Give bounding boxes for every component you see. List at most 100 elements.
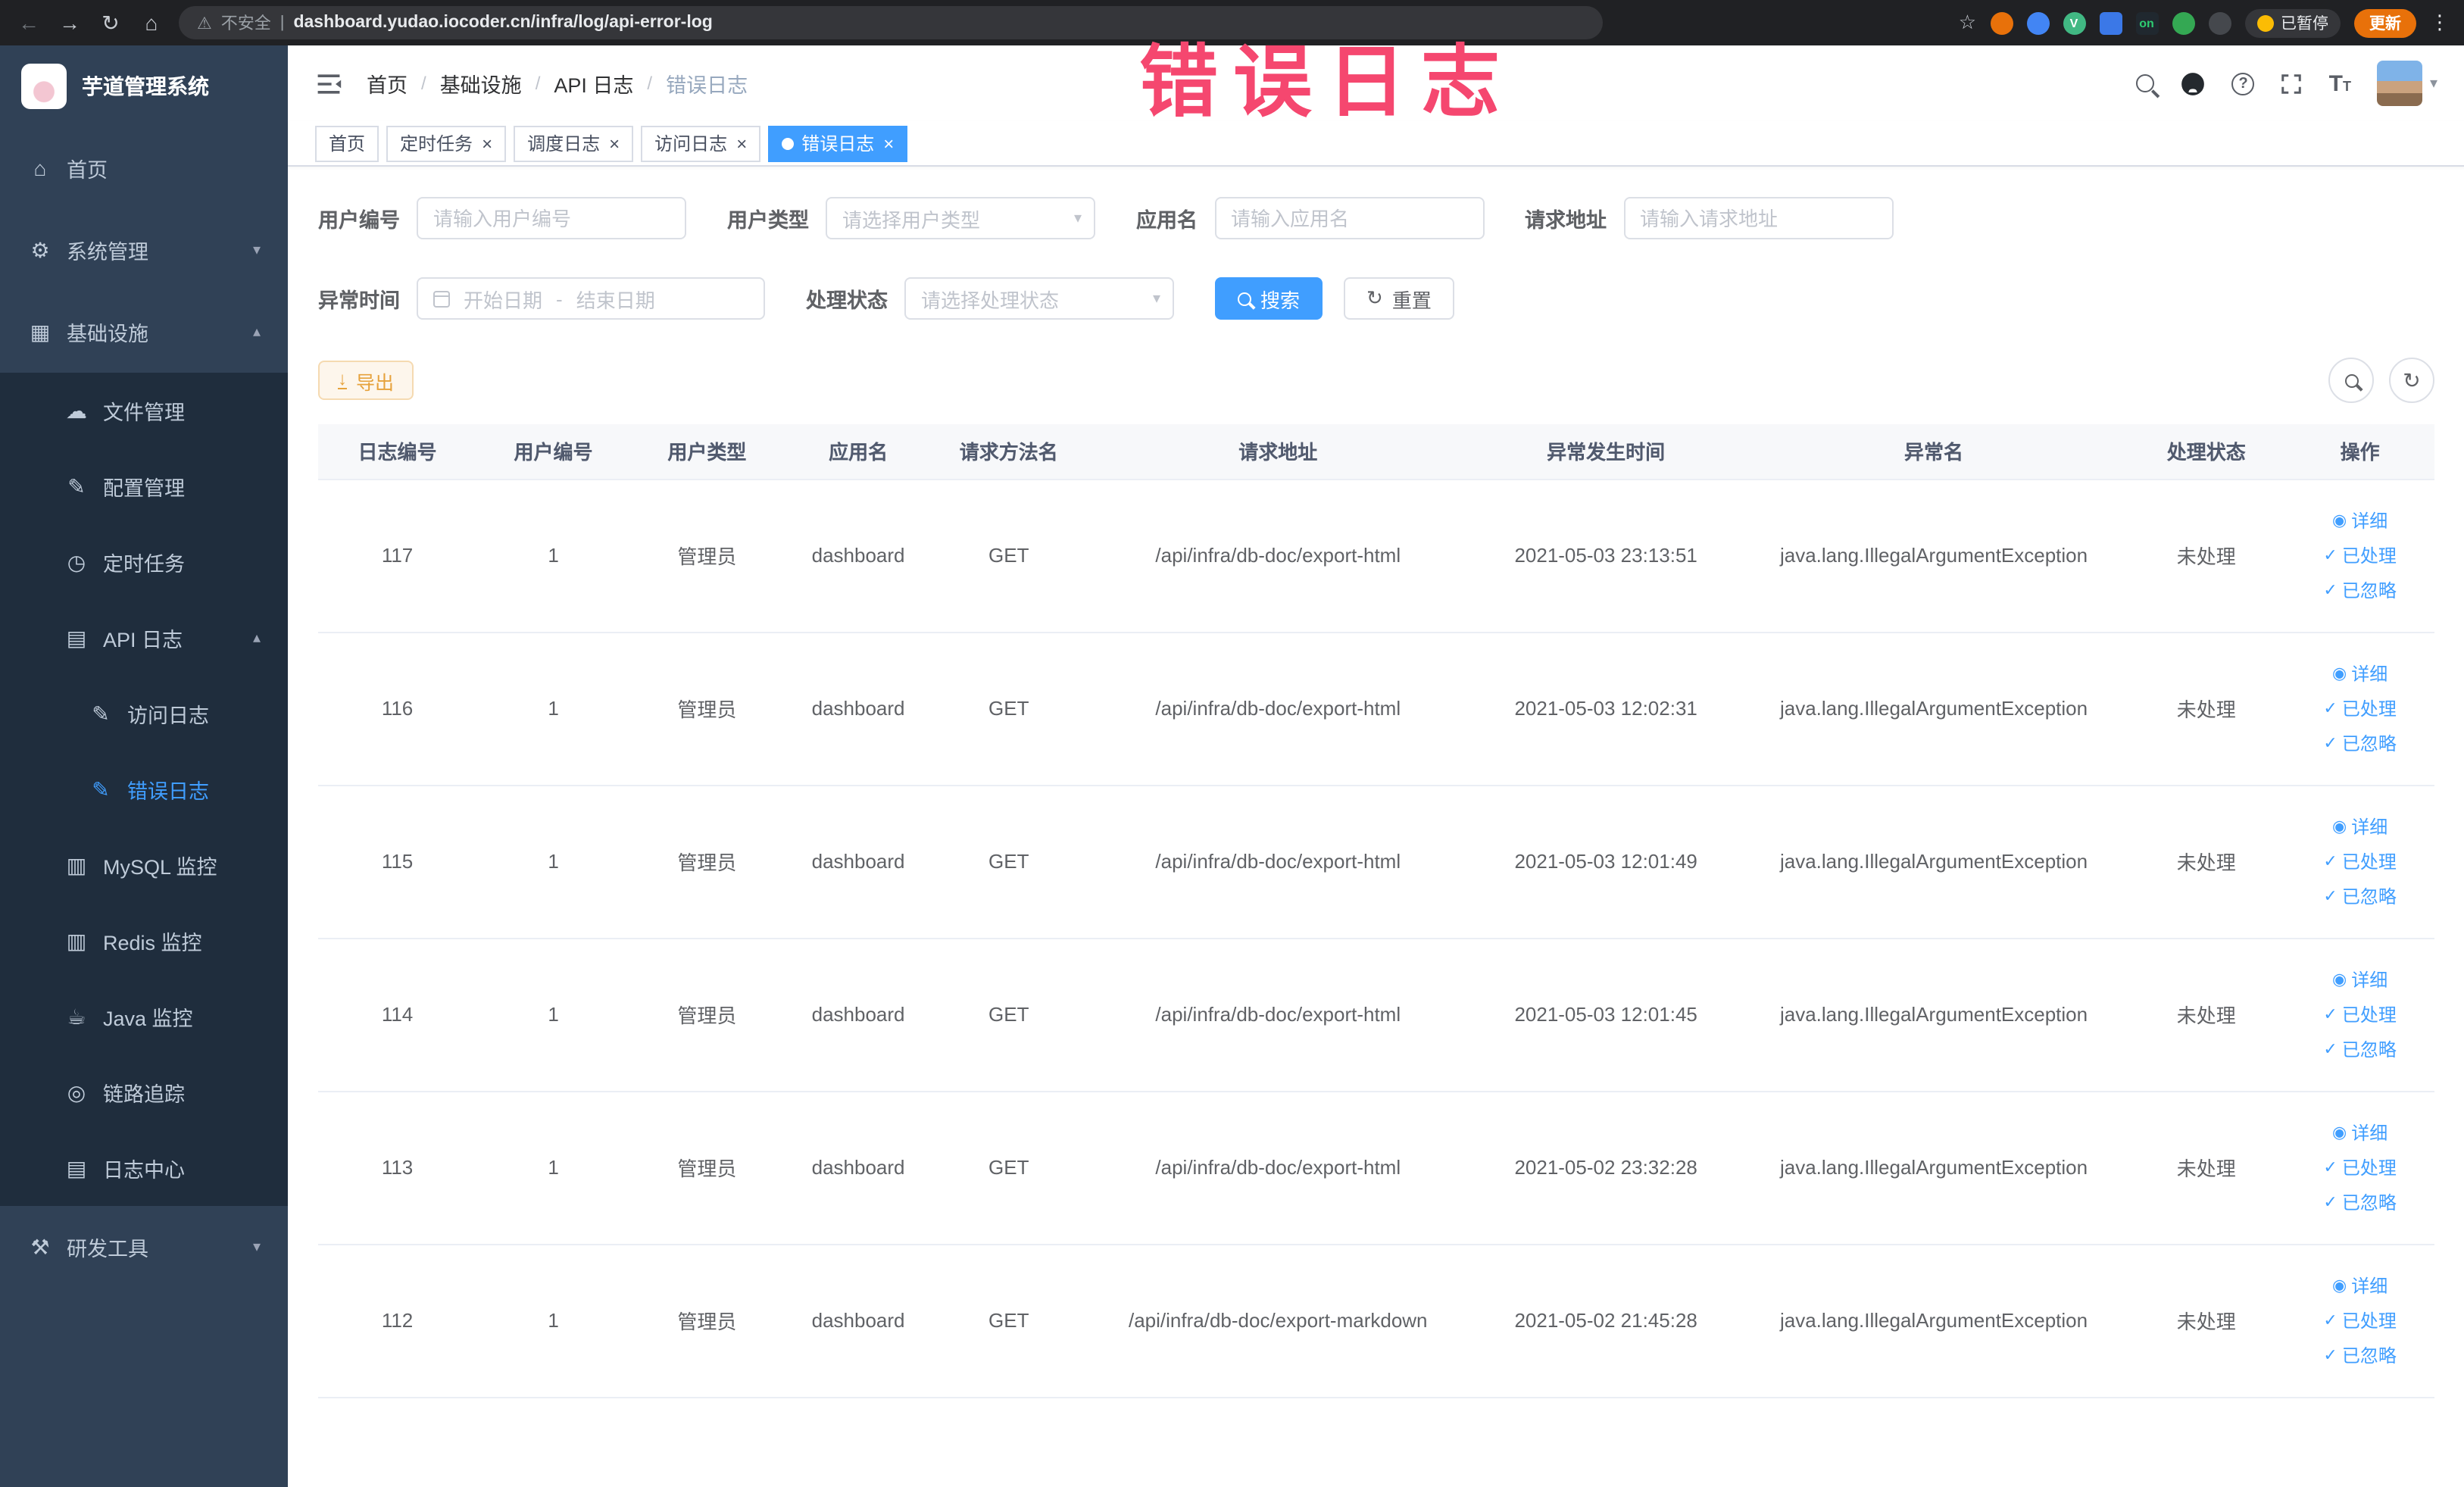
- process-status-select[interactable]: 请选择处理状态 ▾: [904, 277, 1174, 320]
- detail-link[interactable]: ◉ 详细: [2332, 508, 2387, 533]
- processed-link[interactable]: ✓ 已处理: [2323, 1154, 2396, 1180]
- sidebar-item-mysql-monitor[interactable]: ▥ MySQL 监控: [0, 827, 288, 903]
- sidebar-item-error-log[interactable]: ✎ 错误日志: [0, 751, 288, 827]
- user-id-input[interactable]: [417, 197, 686, 239]
- request-url-input[interactable]: [1623, 197, 1893, 239]
- tab-scheduled-tasks[interactable]: 定时任务 ×: [386, 125, 507, 161]
- sidebar-item-label: 错误日志: [127, 780, 209, 803]
- tab-label: 调度日志: [527, 133, 601, 155]
- ext-blue-drop-icon[interactable]: [2026, 11, 2049, 34]
- browser-menu-icon[interactable]: ⋮: [2430, 11, 2450, 35]
- browser-toolbar-right: ☆ V on 已暂停 更新 ⋮: [1959, 8, 2450, 37]
- col-exception-name: 异常名: [1740, 424, 2128, 480]
- date-range-picker[interactable]: 开始日期 - 结束日期: [417, 277, 765, 320]
- filter-user-id: 用户编号: [318, 197, 686, 239]
- tab-error-log[interactable]: 错误日志 ×: [768, 125, 908, 161]
- processed-link[interactable]: ✓ 已处理: [2323, 695, 2396, 721]
- ignore-link[interactable]: ✓ 已忽略: [2323, 1036, 2396, 1062]
- tab-access-log[interactable]: 访问日志 ×: [641, 125, 761, 161]
- close-icon[interactable]: ×: [609, 133, 620, 154]
- ext-dark-pin-icon[interactable]: [2208, 11, 2231, 34]
- sidebar-item-access-log[interactable]: ✎ 访问日志: [0, 676, 288, 751]
- sidebar-item-redis-monitor[interactable]: ▥ Redis 监控: [0, 903, 288, 979]
- tab-job-log[interactable]: 调度日志 ×: [514, 125, 634, 161]
- help-icon[interactable]: ?: [2231, 72, 2255, 95]
- fullscreen-icon[interactable]: [2281, 72, 2303, 95]
- processed-link[interactable]: ✓ 已处理: [2323, 1001, 2396, 1027]
- ext-green-plant-icon[interactable]: [2172, 11, 2194, 34]
- browser-forward-icon[interactable]: →: [56, 11, 83, 35]
- ext-vue-devtools-icon[interactable]: V: [2063, 11, 2085, 34]
- close-icon[interactable]: ×: [883, 133, 894, 154]
- col-log-id: 日志编号: [318, 424, 477, 480]
- close-icon[interactable]: ×: [736, 133, 747, 154]
- reset-button[interactable]: ↻ 重置: [1344, 277, 1454, 320]
- paused-badge[interactable]: 已暂停: [2244, 8, 2341, 37]
- url-divider: |: [280, 14, 285, 32]
- search-icon[interactable]: [2136, 74, 2155, 92]
- app-name-input[interactable]: [1214, 197, 1484, 239]
- breadcrumb-infrastructure[interactable]: 基础设施: [440, 68, 522, 98]
- sidebar-item-java-monitor[interactable]: ☕ Java 监控: [0, 979, 288, 1054]
- sidebar-collapse-icon[interactable]: [315, 72, 342, 95]
- eye-icon: ◉: [2332, 818, 2347, 836]
- sidebar-item-trace[interactable]: ◎ 链路追踪: [0, 1054, 288, 1130]
- ext-on-badge-icon[interactable]: on: [2135, 11, 2158, 34]
- detail-link[interactable]: ◉ 详细: [2332, 967, 2387, 992]
- tab-label: 访问日志: [654, 133, 728, 155]
- search-button[interactable]: 搜索: [1215, 277, 1323, 320]
- processed-link[interactable]: ✓ 已处理: [2323, 1307, 2396, 1333]
- sidebar-item-label: 首页: [67, 159, 108, 182]
- export-button-label: 导出: [356, 372, 395, 393]
- table-row: 112 1 管理员 dashboard GET /api/infra/db-do…: [318, 1244, 2434, 1398]
- processed-link[interactable]: ✓ 已处理: [2323, 848, 2396, 874]
- document-icon: ▤: [66, 1155, 87, 1179]
- col-request-url: 请求地址: [1085, 424, 1472, 480]
- close-icon[interactable]: ×: [482, 133, 492, 154]
- sidebar-item-scheduled-tasks[interactable]: ◷ 定时任务: [0, 524, 288, 600]
- ext-blue-grid-icon[interactable]: [2099, 11, 2122, 34]
- processed-link[interactable]: ✓ 已处理: [2323, 542, 2396, 568]
- check-icon: ✓: [2323, 888, 2338, 906]
- tab-home[interactable]: 首页: [315, 125, 379, 161]
- bookmark-star-icon[interactable]: ☆: [1959, 11, 1976, 35]
- table-row: 113 1 管理员 dashboard GET /api/infra/db-do…: [318, 1091, 2434, 1245]
- detail-link[interactable]: ◉ 详细: [2332, 1273, 2387, 1298]
- ext-orange-circle-icon[interactable]: [1990, 11, 2013, 34]
- sidebar-item-log-center[interactable]: ▤ 日志中心: [0, 1130, 288, 1206]
- hide-search-button[interactable]: [2328, 358, 2374, 403]
- sidebar-item-config-management[interactable]: ✎ 配置管理: [0, 448, 288, 524]
- browser-update-button[interactable]: 更新: [2354, 8, 2416, 37]
- refresh-button[interactable]: ↻: [2389, 358, 2434, 403]
- address-bar[interactable]: ⚠ 不安全 | dashboard.yudao.iocoder.cn/infra…: [179, 6, 1603, 39]
- sidebar-item-home[interactable]: ⌂ 首页: [0, 127, 288, 209]
- user-menu[interactable]: ▾: [2376, 61, 2437, 106]
- sidebar-item-infrastructure[interactable]: ▦ 基础设施 ▴: [0, 291, 288, 373]
- ignore-link[interactable]: ✓ 已忽略: [2323, 1189, 2396, 1215]
- detail-link[interactable]: ◉ 详细: [2332, 661, 2387, 686]
- sidebar-item-file-management[interactable]: ☁ 文件管理: [0, 373, 288, 448]
- detail-link[interactable]: ◉ 详细: [2332, 814, 2387, 839]
- detail-link[interactable]: ◉ 详细: [2332, 1120, 2387, 1145]
- sidebar-item-dev-tools[interactable]: ⚒ 研发工具 ▾: [0, 1206, 288, 1288]
- font-size-icon[interactable]: TT: [2329, 70, 2351, 96]
- ignore-link[interactable]: ✓ 已忽略: [2323, 730, 2396, 756]
- ignore-link[interactable]: ✓ 已忽略: [2323, 577, 2396, 603]
- sidebar-item-system-management[interactable]: ⚙ 系统管理 ▾: [0, 209, 288, 291]
- sidebar-item-api-logs[interactable]: ▤ API 日志 ▴: [0, 600, 288, 676]
- ignore-link[interactable]: ✓ 已忽略: [2323, 1342, 2396, 1368]
- chevron-up-icon: ▴: [252, 629, 261, 646]
- browser-home-icon[interactable]: ⌂: [138, 11, 165, 35]
- avatar: [2376, 61, 2422, 106]
- request-url-label: 请求地址: [1525, 209, 1607, 232]
- github-icon[interactable]: [2181, 70, 2206, 96]
- breadcrumb-home[interactable]: 首页: [367, 68, 408, 98]
- browser-reload-icon[interactable]: ↻: [97, 10, 124, 36]
- export-button[interactable]: ↓ 导出: [318, 361, 414, 400]
- ignore-link[interactable]: ✓ 已忽略: [2323, 883, 2396, 909]
- breadcrumb-api-logs[interactable]: API 日志: [554, 68, 633, 98]
- user-type-select[interactable]: 请选择用户类型 ▾: [826, 197, 1095, 239]
- breadcrumb-current: 错误日志: [666, 74, 748, 97]
- browser-back-icon[interactable]: ←: [15, 11, 42, 35]
- table-header-row: 日志编号 用户编号 用户类型 应用名 请求方法名 请求地址 异常发生时间 异常名…: [318, 424, 2434, 480]
